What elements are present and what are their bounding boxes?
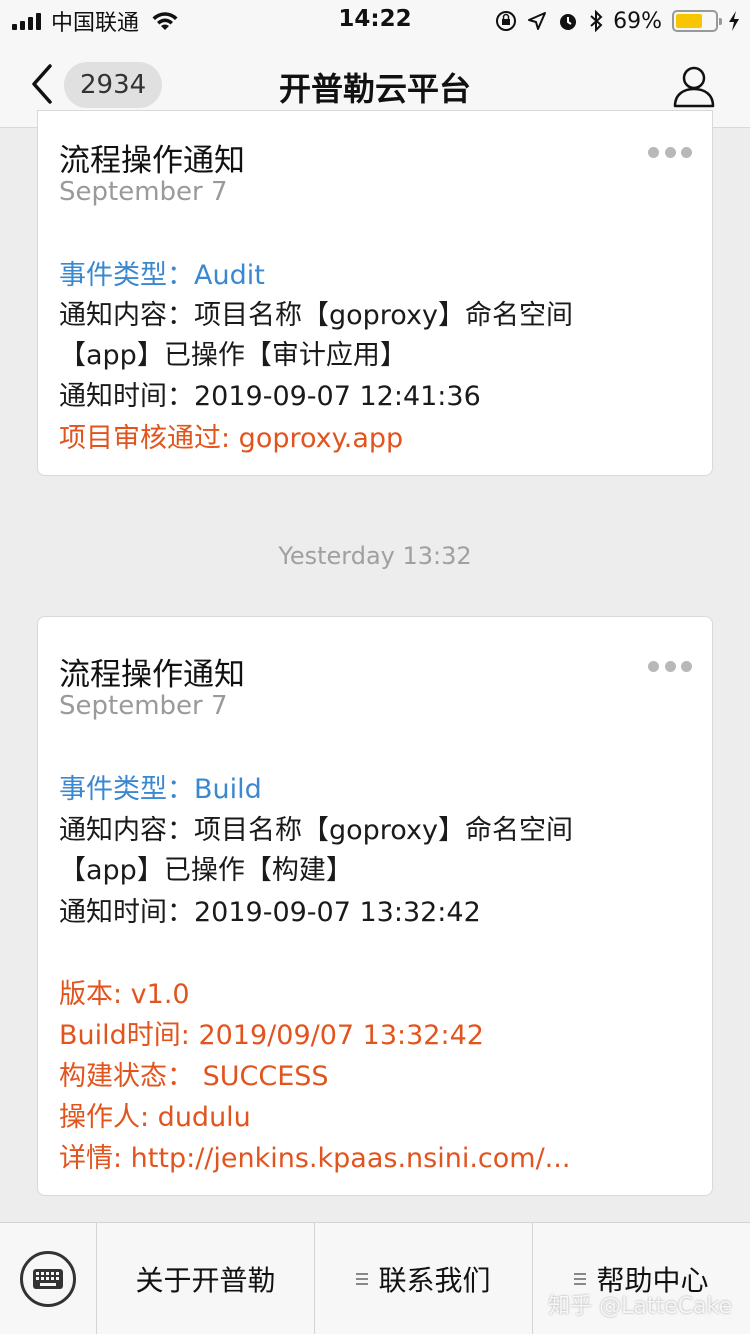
notice-time: 通知时间：2019-09-07 12:41:36 xyxy=(59,381,481,412)
watermark: 知乎 @LatteCake xyxy=(548,1294,732,1319)
user-profile-icon[interactable] xyxy=(672,64,716,108)
card-date: September 7 xyxy=(59,691,228,721)
menu-about-button[interactable]: 关于开普勒 xyxy=(97,1223,315,1334)
audit-result: 项目审核通过: goproxy.app xyxy=(59,423,404,454)
build-status: 构建状态： SUCCESS xyxy=(59,1061,329,1092)
bluetooth-icon xyxy=(590,10,603,32)
event-type: 事件类型：Audit xyxy=(59,260,265,291)
notification-card[interactable]: 流程操作通知 September 7 事件类型：Build 通知内容：项目名称【… xyxy=(37,616,713,1196)
more-options-icon[interactable] xyxy=(648,659,692,673)
build-version: 版本: v1.0 xyxy=(59,979,190,1010)
menu-contact-button[interactable]: 联系我们 xyxy=(315,1223,533,1334)
rotation-lock-icon xyxy=(496,11,517,31)
location-icon xyxy=(528,12,547,30)
card-title: 流程操作通知 xyxy=(59,143,245,179)
page-title: 开普勒云平台 xyxy=(278,70,471,108)
status-right: 69% xyxy=(495,6,740,36)
charging-icon xyxy=(729,11,739,31)
card-date: September 7 xyxy=(59,177,228,207)
build-details-link[interactable]: 详情: http://jenkins.kpaas.nsini.com/... xyxy=(59,1136,570,1175)
notice-content-line1: 通知内容：项目名称【goproxy】命名空间 xyxy=(59,300,573,331)
battery-icon xyxy=(672,10,722,32)
submenu-icon xyxy=(356,1273,369,1285)
build-time: Build时间: 2019/09/07 13:32:42 xyxy=(59,1020,484,1051)
status-bar: 中国联通 14:22 69% xyxy=(0,0,750,42)
submenu-icon xyxy=(574,1273,587,1285)
time-divider: Yesterday 13:32 xyxy=(278,542,472,570)
card-title: 流程操作通知 xyxy=(59,657,245,693)
battery-percent: 69% xyxy=(613,8,662,34)
more-options-icon[interactable] xyxy=(648,145,692,159)
alarm-icon xyxy=(560,14,577,30)
menu-about-label: 关于开普勒 xyxy=(135,1264,276,1297)
keyboard-icon xyxy=(20,1251,76,1307)
notice-time: 通知时间：2019-09-07 13:32:42 xyxy=(59,897,481,928)
event-type: 事件类型：Build xyxy=(59,774,262,805)
menu-contact-label: 联系我们 xyxy=(378,1264,491,1297)
notice-content-line1: 通知内容：项目名称【goproxy】命名空间 xyxy=(59,815,573,846)
keyboard-toggle-button[interactable] xyxy=(0,1223,97,1334)
notice-content-line2: 【app】已操作【审计应用】 xyxy=(59,340,407,371)
build-operator: 操作人: dudulu xyxy=(59,1102,251,1133)
notice-content-line2: 【app】已操作【构建】 xyxy=(59,855,353,886)
notification-card[interactable]: 流程操作通知 September 7 事件类型：Audit 通知内容：项目名称【… xyxy=(37,110,713,476)
